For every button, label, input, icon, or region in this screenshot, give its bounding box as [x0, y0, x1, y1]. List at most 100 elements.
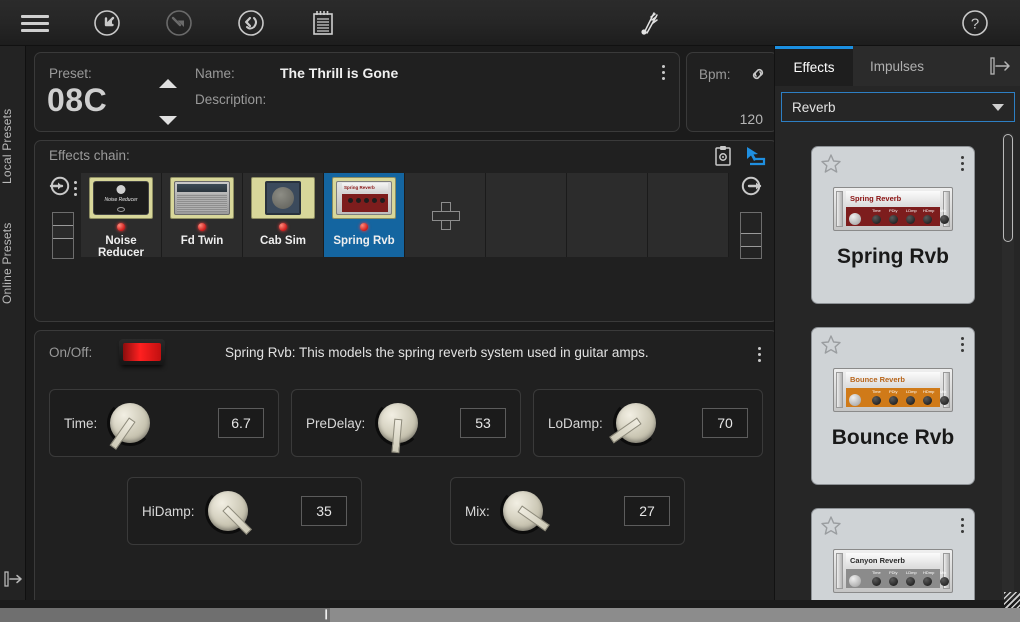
pedal-thumbnail: Spring Reverb — [332, 177, 396, 219]
undo-icon[interactable] — [84, 0, 130, 46]
chain-slot-fd-twin[interactable]: Fd Twin — [162, 173, 243, 257]
preset-bar: Preset: 08C Name: The Thrill is Gone Des… — [34, 52, 680, 132]
lodamp-value[interactable]: 70 — [702, 408, 748, 438]
favorite-star-icon[interactable] — [820, 515, 842, 542]
chain-slot-spring-rvb[interactable]: Spring Reverb Spring Rvb — [324, 173, 405, 257]
resize-grip-icon[interactable] — [1004, 592, 1020, 608]
chain-slot-label: Fd Twin — [180, 235, 224, 247]
chain-output-controls — [733, 173, 769, 259]
led-indicator — [360, 223, 368, 231]
hamburger-menu-icon[interactable] — [12, 0, 58, 46]
knob-control-time: Time: 6.7 — [49, 389, 279, 457]
chain-slot-empty-add[interactable] — [405, 173, 486, 257]
link-chain-icon[interactable] — [749, 65, 767, 88]
collapse-panel-icon[interactable] — [989, 56, 1013, 76]
preset-stepper[interactable] — [155, 79, 181, 125]
notepad-icon[interactable] — [300, 0, 346, 46]
chain-slot-label: Cab Sim — [259, 235, 306, 247]
knob-row-1: Time: 6.7 PreDelay: 53 LoDamp: 70 — [35, 389, 777, 457]
lodamp-knob[interactable] — [608, 396, 663, 450]
chain-body: Noise Reducer Noise Reducer Fd Twin Cab … — [45, 173, 769, 259]
effect-card-name: Bounce Rvb — [831, 426, 955, 449]
application-window: ? Local Presets Online Presets Preset: 0… — [0, 0, 1020, 622]
signal-input-icon[interactable] — [49, 175, 71, 202]
onoff-label: On/Off: — [49, 345, 93, 360]
preset-menu-button[interactable] — [662, 65, 665, 80]
sidebar-item-online-presets[interactable]: Online Presets — [0, 214, 26, 312]
knob-control-hidamp: HiDamp: 35 — [127, 477, 362, 545]
chain-slot-empty[interactable] — [567, 173, 648, 257]
tab-impulses[interactable]: Impulses — [853, 46, 941, 86]
pedal-thumbnail — [170, 177, 234, 219]
add-effect-icon[interactable] — [432, 202, 460, 230]
effect-card-spring-rvb[interactable]: Spring Reverb Time PDly LDmp HDmp Mix Sp… — [811, 146, 975, 304]
bottom-strip — [0, 600, 1020, 608]
hidamp-value[interactable]: 35 — [301, 496, 347, 526]
favorite-star-icon[interactable] — [820, 334, 842, 361]
scrollbar-thumb[interactable] — [330, 608, 1020, 622]
effects-chain-panel: Effects chain: Noise Reducer Noise Reduc… — [34, 140, 778, 322]
favorite-star-icon[interactable] — [820, 153, 842, 180]
effect-power-switch[interactable] — [119, 339, 165, 365]
effect-card-menu[interactable] — [961, 518, 964, 533]
main-content: Preset: 08C Name: The Thrill is Gone Des… — [26, 46, 778, 622]
knob-control-lodamp: LoDamp: 70 — [533, 389, 763, 457]
clipboard-settings-icon[interactable] — [713, 145, 733, 172]
effect-card-menu[interactable] — [961, 337, 964, 352]
chevron-down-icon — [992, 104, 1004, 111]
chain-slot-label: Spring Rvb — [333, 235, 395, 247]
effect-card-menu[interactable] — [961, 156, 964, 171]
hidamp-knob[interactable] — [201, 484, 255, 538]
chain-slot-empty[interactable] — [648, 173, 729, 257]
time-value[interactable]: 6.7 — [218, 408, 264, 438]
output-level-slider[interactable] — [740, 212, 762, 259]
help-icon[interactable]: ? — [952, 0, 998, 46]
preset-name-value[interactable]: The Thrill is Gone — [280, 65, 398, 81]
pointer-select-icon[interactable] — [743, 145, 767, 172]
effect-detail-panel: On/Off: Spring Rvb: This models the spri… — [34, 330, 778, 622]
chain-tools — [713, 145, 767, 172]
chain-input-menu[interactable] — [74, 181, 77, 196]
category-value: Reverb — [792, 99, 836, 115]
bpm-value[interactable]: 120 — [740, 111, 763, 127]
effect-card-bounce-rvb[interactable]: Bounce Reverb Time PDly LDmp HDmp Mix Bo… — [811, 327, 975, 485]
mix-value[interactable]: 27 — [624, 496, 670, 526]
chain-slot-empty[interactable] — [486, 173, 567, 257]
redo-icon[interactable] — [156, 0, 202, 46]
tab-effects[interactable]: Effects — [775, 46, 853, 86]
pedal-thumbnail — [251, 177, 315, 219]
predelay-value[interactable]: 53 — [460, 408, 506, 438]
chain-slots: Noise Reducer Noise Reducer Fd Twin Cab … — [81, 173, 733, 259]
led-indicator — [198, 223, 206, 231]
preset-number[interactable]: 08C — [47, 82, 107, 119]
horizontal-scrollbar[interactable]: ❙ — [0, 608, 1020, 622]
knob-label: LoDamp: — [548, 415, 603, 431]
revert-all-icon[interactable] — [228, 0, 274, 46]
signal-output-icon[interactable] — [740, 175, 762, 202]
chain-slot-noise-reducer[interactable]: Noise Reducer Noise Reducer — [81, 173, 162, 259]
chevron-down-icon[interactable] — [159, 116, 177, 125]
input-level-slider[interactable] — [52, 212, 74, 259]
sidebar-item-local-presets[interactable]: Local Presets — [0, 100, 26, 192]
preset-name-label: Name: — [195, 66, 235, 81]
led-indicator — [279, 223, 287, 231]
chevron-up-icon[interactable] — [159, 79, 177, 88]
tuner-icon[interactable] — [626, 0, 672, 46]
mix-knob[interactable] — [496, 484, 550, 538]
browser-scrollbar[interactable] — [1002, 132, 1014, 612]
chain-input-controls — [45, 173, 81, 259]
effect-menu-button[interactable] — [758, 347, 761, 362]
scrollbar-grip[interactable]: ❙ — [322, 609, 330, 620]
time-knob[interactable] — [103, 396, 157, 450]
left-rail: Local Presets Online Presets — [0, 46, 26, 622]
knob-label: Time: — [64, 415, 98, 431]
predelay-knob[interactable] — [371, 396, 425, 454]
browser-panel: Effects Impulses Reverb Spring Reverb Ti… — [774, 46, 1020, 622]
browser-tabs: Effects Impulses — [775, 46, 1020, 86]
chain-slot-cab-sim[interactable]: Cab Sim — [243, 173, 324, 257]
knob-label: Mix: — [465, 503, 490, 519]
effect-card-artwork: Bounce Reverb Time PDly LDmp HDmp Mix — [833, 368, 953, 412]
expand-right-icon[interactable] — [3, 568, 25, 590]
category-dropdown[interactable]: Reverb — [781, 92, 1015, 122]
knob-control-mix: Mix: 27 — [450, 477, 685, 545]
